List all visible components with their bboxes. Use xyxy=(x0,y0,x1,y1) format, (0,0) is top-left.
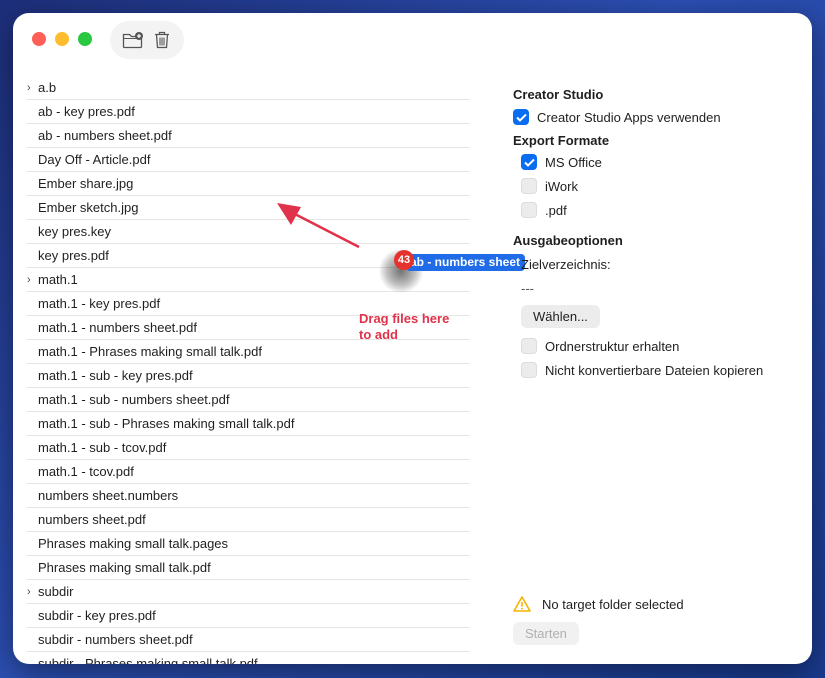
folder-row[interactable]: › a.b xyxy=(27,76,470,100)
file-row[interactable]: ab - key pres.pdf xyxy=(27,100,470,124)
warning-icon xyxy=(513,596,531,612)
file-name: numbers sheet.numbers xyxy=(38,488,179,503)
copy-unconvertible-label: Nicht konvertierbare Dateien kopieren xyxy=(545,362,764,378)
file-name: math.1 xyxy=(38,272,78,287)
toolbar xyxy=(110,21,184,59)
file-name: math.1 - key pres.pdf xyxy=(38,296,161,311)
drop-hint: Drag files here to add xyxy=(359,311,450,342)
checkbox-unchecked[interactable] xyxy=(521,202,537,218)
settings-panel: Creator Studio Creator Studio Apps verwe… xyxy=(513,85,803,382)
export-formats-title: Export Formate xyxy=(513,133,610,148)
creator-studio-apps-label: Creator Studio Apps verwenden xyxy=(537,109,721,125)
file-row[interactable]: math.1 - Phrases making small talk.pdf xyxy=(27,340,470,364)
file-row[interactable]: ab - numbers sheet.pdf xyxy=(27,124,470,148)
export-pdf-label: .pdf xyxy=(545,202,567,218)
file-name: Ember share.jpg xyxy=(38,176,134,191)
file-name: subdir - Phrases making small talk.pdf xyxy=(38,656,258,664)
checkbox-unchecked[interactable] xyxy=(521,362,537,378)
folder-row[interactable]: › subdir xyxy=(27,580,470,604)
keep-structure-label: Ordnerstruktur erhalten xyxy=(545,338,680,354)
file-name: key pres.key xyxy=(38,224,111,239)
file-row[interactable]: Ember share.jpg xyxy=(27,172,470,196)
start-button[interactable]: Starten xyxy=(513,622,579,645)
status-message: No target folder selected xyxy=(542,596,684,612)
checkbox-unchecked[interactable] xyxy=(521,178,537,194)
keep-structure-toggle[interactable]: Ordnerstruktur erhalten xyxy=(521,334,803,358)
file-row[interactable]: key pres.key xyxy=(27,220,470,244)
file-list[interactable]: › a.b ab - key pres.pdf ab - numbers sheet.… xyxy=(27,76,470,664)
file-row[interactable]: Phrases making small talk.pdf xyxy=(27,556,470,580)
close-window-button[interactable] xyxy=(32,32,46,46)
file-name: subdir - numbers sheet.pdf xyxy=(38,632,193,647)
file-name: math.1 - numbers sheet.pdf xyxy=(38,320,197,335)
file-name: math.1 - sub - tcov.pdf xyxy=(38,440,167,455)
window-controls xyxy=(32,32,92,46)
file-row[interactable]: math.1 - tcov.pdf xyxy=(27,460,470,484)
export-iwork-label: iWork xyxy=(545,178,578,194)
file-name: Phrases making small talk.pages xyxy=(38,536,229,551)
new-folder-button[interactable] xyxy=(120,27,146,53)
main-window: › a.b ab - key pres.pdf ab - numbers sheet.… xyxy=(13,13,812,664)
file-row[interactable]: Day Off - Article.pdf xyxy=(27,148,470,172)
checkbox-checked[interactable] xyxy=(521,154,537,170)
export-iwork-toggle[interactable]: iWork xyxy=(521,174,803,198)
drag-label: ab - numbers sheet xyxy=(406,254,526,271)
checkbox-unchecked[interactable] xyxy=(521,338,537,354)
file-name: math.1 - tcov.pdf xyxy=(38,464,134,479)
file-name: math.1 - sub - key pres.pdf xyxy=(38,368,193,383)
zoom-window-button[interactable] xyxy=(78,32,92,46)
minimize-window-button[interactable] xyxy=(55,32,69,46)
file-name: math.1 - Phrases making small talk.pdf xyxy=(38,344,262,359)
folder-plus-icon xyxy=(122,32,143,49)
file-row[interactable]: math.1 - sub - Phrases making small talk… xyxy=(27,412,470,436)
file-name: ab - numbers sheet.pdf xyxy=(38,128,172,143)
file-row[interactable]: subdir - key pres.pdf xyxy=(27,604,470,628)
copy-unconvertible-toggle[interactable]: Nicht konvertierbare Dateien kopieren xyxy=(521,358,803,382)
creator-studio-title: Creator Studio xyxy=(513,87,604,102)
file-name: Phrases making small talk.pdf xyxy=(38,560,211,575)
file-name: Day Off - Article.pdf xyxy=(38,152,151,167)
chevron-right-icon[interactable]: › xyxy=(27,76,37,100)
file-name: math.1 - sub - Phrases making small talk… xyxy=(38,416,295,431)
file-name: key pres.pdf xyxy=(38,248,109,263)
export-ms-office-toggle[interactable]: MS Office xyxy=(521,150,803,174)
target-folder-label: Zielverzeichnis: xyxy=(521,257,611,272)
file-row[interactable]: math.1 - sub - numbers sheet.pdf xyxy=(27,388,470,412)
target-folder-value: --- xyxy=(521,281,534,296)
chevron-right-icon[interactable]: › xyxy=(27,268,37,292)
file-row[interactable]: numbers sheet.numbers xyxy=(27,484,470,508)
file-name: numbers sheet.pdf xyxy=(38,512,146,527)
checkmark-icon xyxy=(515,113,527,122)
file-row[interactable]: subdir - numbers sheet.pdf xyxy=(27,628,470,652)
export-pdf-toggle[interactable]: .pdf xyxy=(521,198,803,222)
status-row: No target folder selected xyxy=(513,596,684,612)
file-name: Ember sketch.jpg xyxy=(38,200,139,215)
file-row[interactable]: Ember sketch.jpg xyxy=(27,196,470,220)
trash-icon xyxy=(154,31,169,49)
arrow-icon xyxy=(277,203,360,249)
drag-count-badge: 43 xyxy=(394,250,414,270)
checkmark-icon xyxy=(523,158,535,167)
checkbox-checked[interactable] xyxy=(513,109,529,125)
file-name: math.1 - sub - numbers sheet.pdf xyxy=(38,392,230,407)
file-row[interactable]: math.1 - sub - key pres.pdf xyxy=(27,364,470,388)
choose-folder-button[interactable]: Wählen... xyxy=(521,305,600,328)
export-ms-office-label: MS Office xyxy=(545,154,602,170)
file-name: a.b xyxy=(38,80,57,95)
delete-button[interactable] xyxy=(149,27,175,53)
creator-studio-apps-toggle[interactable]: Creator Studio Apps verwenden xyxy=(513,105,803,129)
file-row[interactable]: subdir - Phrases making small talk.pdf xyxy=(27,652,470,664)
file-name: ab - key pres.pdf xyxy=(38,104,135,119)
file-row[interactable]: Phrases making small talk.pages xyxy=(27,532,470,556)
output-options-title: Ausgabeoptionen xyxy=(513,233,623,248)
file-name: subdir - key pres.pdf xyxy=(38,608,156,623)
file-row[interactable]: math.1 - sub - tcov.pdf xyxy=(27,436,470,460)
chevron-right-icon[interactable]: › xyxy=(27,580,37,604)
file-row[interactable]: numbers sheet.pdf xyxy=(27,508,470,532)
file-name: subdir xyxy=(38,584,74,599)
